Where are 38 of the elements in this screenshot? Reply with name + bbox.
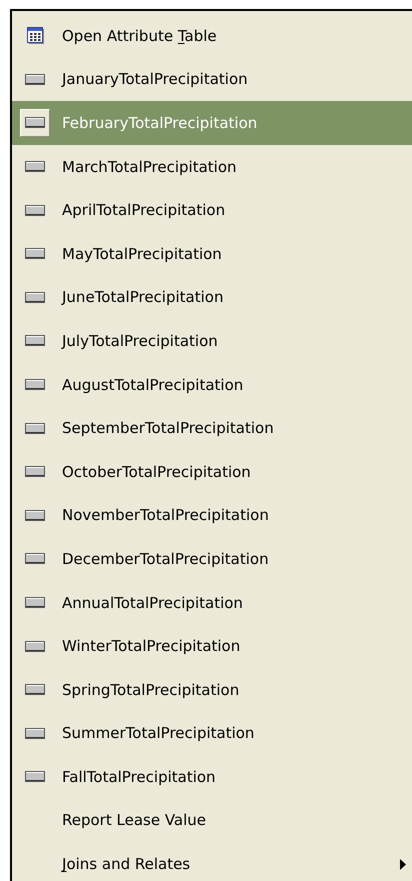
table-icon (26, 27, 44, 44)
layer-icon (25, 422, 45, 434)
menu-item[interactable]: MarchTotalPrecipitation (12, 144, 412, 188)
menu-item[interactable]: AugustTotalPrecipitation (12, 362, 412, 406)
menu-item[interactable]: FallTotalPrecipitation (12, 755, 412, 799)
layer-icon (25, 597, 45, 608)
layer-icon (25, 379, 45, 390)
layer-icon (25, 204, 45, 216)
menu-item[interactable]: Joins and Relates (12, 842, 412, 881)
menu-item[interactable]: JanuaryTotalPrecipitation (12, 58, 412, 102)
layer-icon (25, 466, 45, 478)
menu-item[interactable]: JuneTotalPrecipitation (12, 276, 412, 320)
submenu-arrow-icon (400, 858, 406, 870)
menu-item[interactable]: Open Attribute Table (12, 14, 412, 58)
menu-item[interactable]: SeptemberTotalPrecipitation (12, 406, 412, 450)
layer-icon (25, 117, 45, 128)
layer-icon (25, 510, 45, 521)
menu-item[interactable]: SummerTotalPrecipitation (12, 712, 412, 756)
menu-item[interactable]: NovemberTotalPrecipitation (12, 494, 412, 538)
menu-item[interactable]: Report Lease Value (12, 798, 412, 842)
menu-item[interactable]: JulyTotalPrecipitation (12, 319, 412, 363)
layer-icon (25, 335, 45, 346)
menu-item[interactable]: SpringTotalPrecipitation (12, 668, 412, 712)
menu-item[interactable]: DecemberTotalPrecipitation (12, 537, 412, 581)
layer-icon (25, 553, 45, 564)
layer-icon (25, 161, 45, 172)
layer-icon (25, 292, 45, 303)
layer-icon (25, 728, 45, 739)
layer-icon (25, 248, 45, 260)
menu-item[interactable]: MayTotalPrecipitation (12, 232, 412, 276)
layer-icon (25, 640, 45, 652)
menu-item[interactable]: AnnualTotalPrecipitation (12, 580, 412, 624)
menu-item[interactable]: AprilTotalPrecipitation (12, 188, 412, 232)
menu-item[interactable]: WinterTotalPrecipitation (12, 624, 412, 668)
layer-icon (25, 771, 45, 782)
layer-icon (25, 74, 45, 85)
menu-item[interactable]: OctoberTotalPrecipitation (12, 450, 412, 494)
layer-icon (25, 684, 45, 696)
